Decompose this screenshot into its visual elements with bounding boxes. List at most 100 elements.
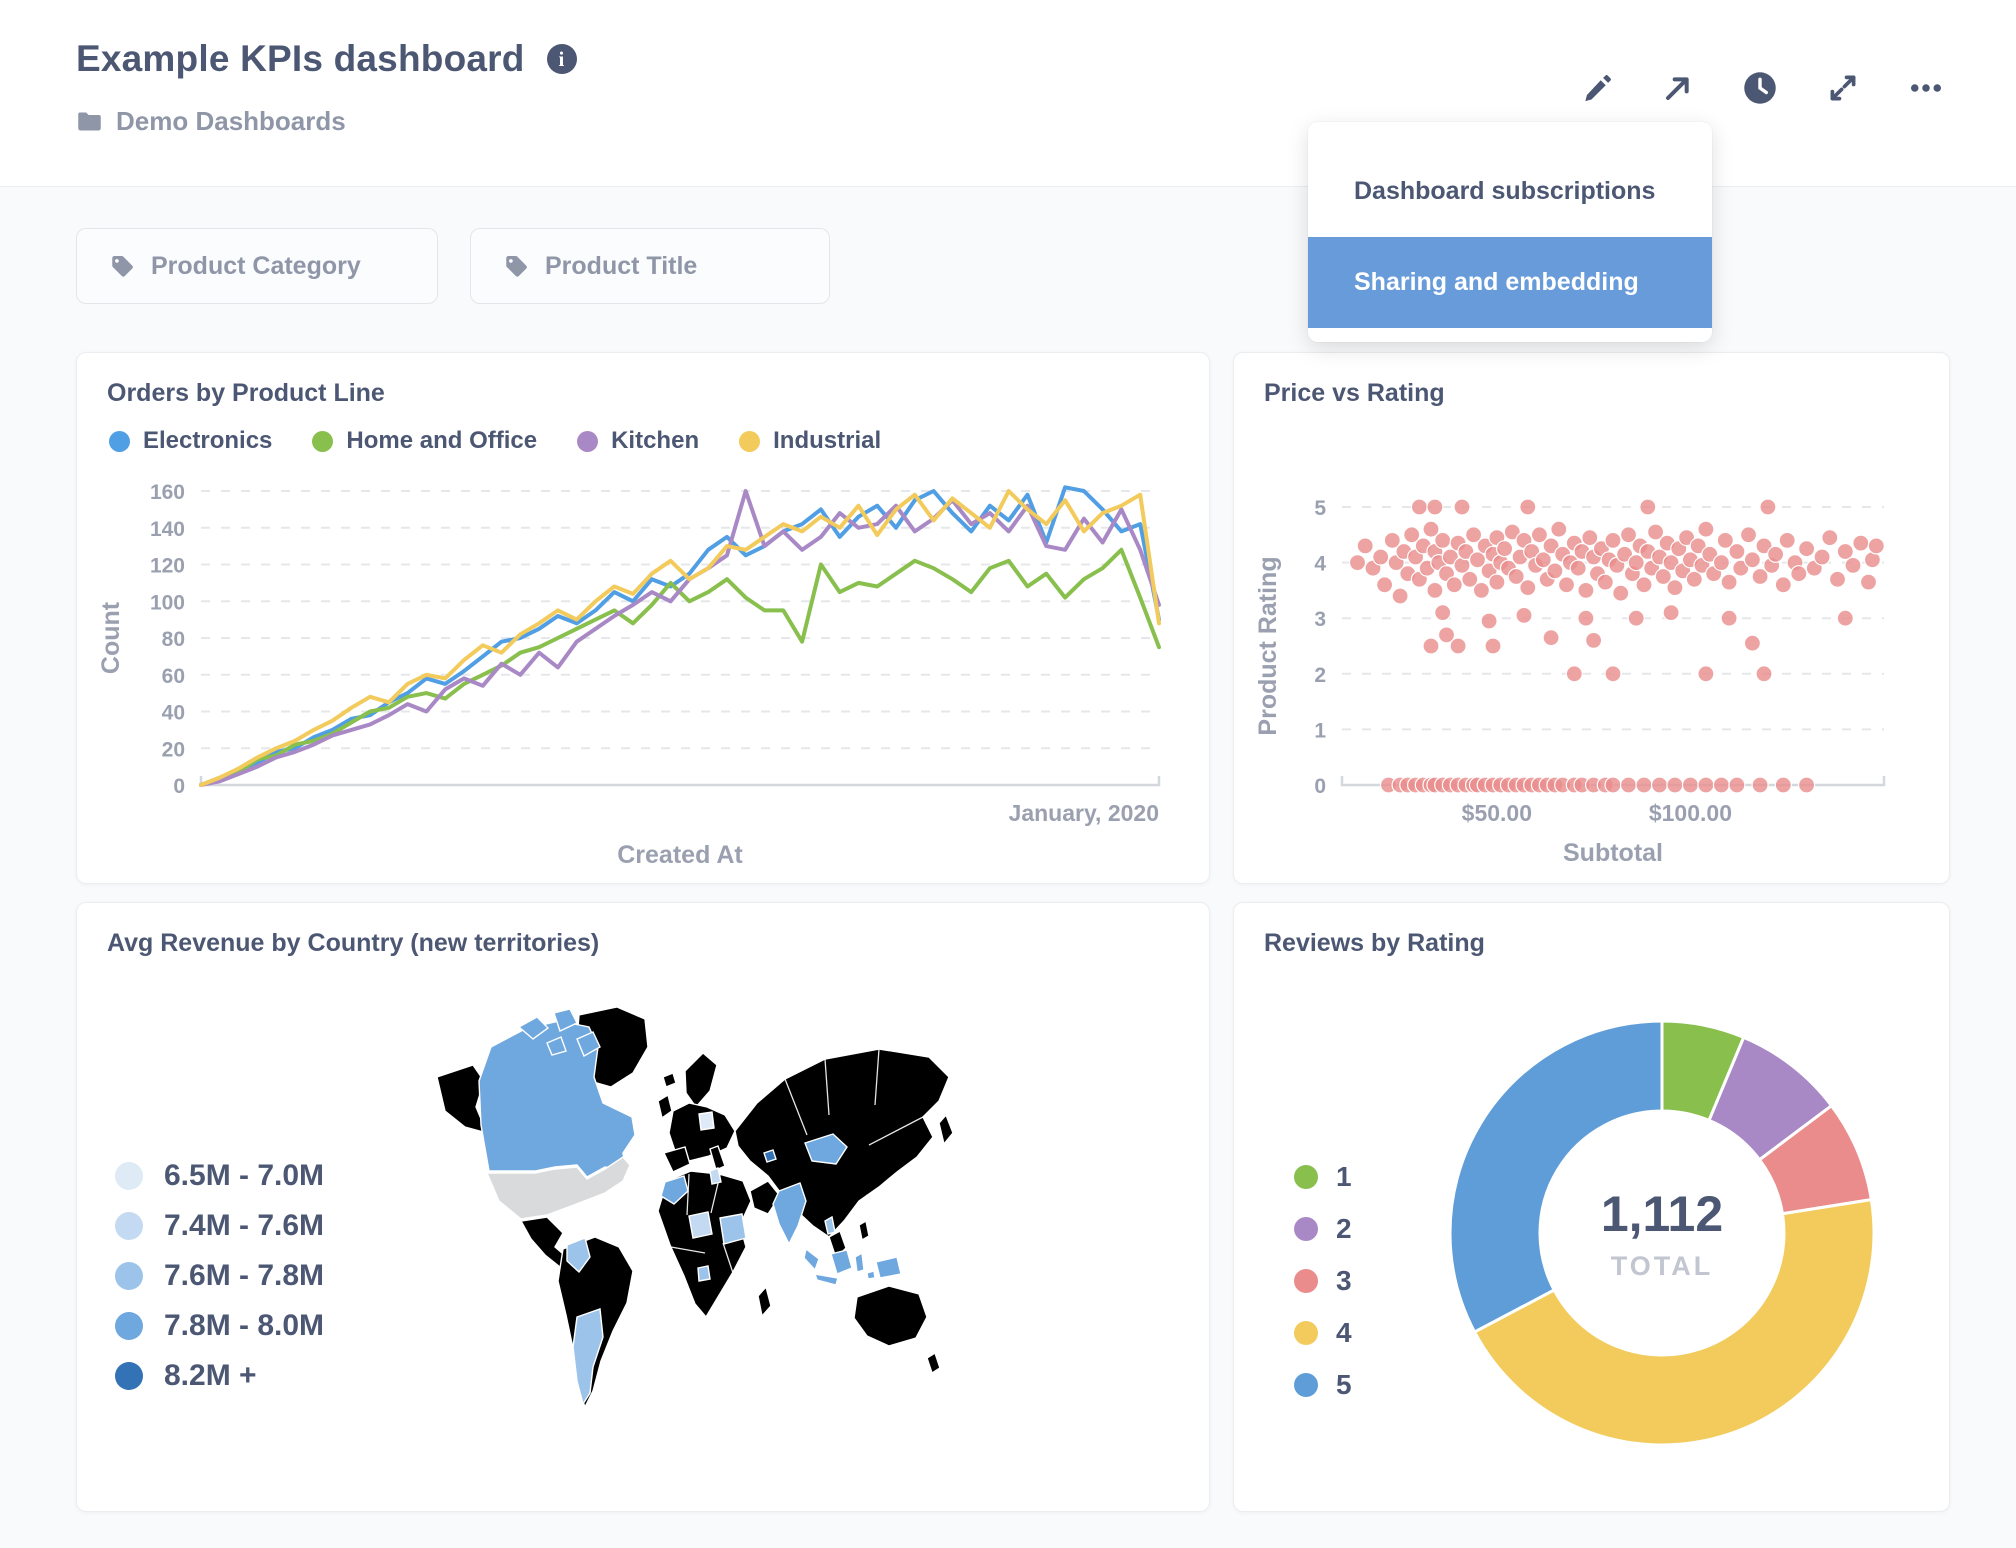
legend-label: 7.8M - 8.0M: [164, 1309, 325, 1342]
reviews-legend-item-4[interactable]: 4: [1294, 1317, 1352, 1349]
page-title-text: Example KPIs dashboard: [76, 38, 525, 79]
country-indonesia: [866, 1270, 876, 1280]
svg-text:100: 100: [150, 591, 185, 614]
card-avg-revenue-by-country: Avg Revenue by Country (new territories)…: [76, 902, 1210, 1512]
legend-label: 3: [1336, 1265, 1352, 1296]
svg-text:120: 120: [150, 555, 185, 578]
price-rating-scatter-chart[interactable]: 0 1 2 3 4 5 $50.00 $100.00 Product Rating Subtota…: [1250, 463, 1926, 867]
legend-dot: [1294, 1373, 1318, 1397]
orders-line-chart[interactable]: 0 20 40 60 80 100 120 140 160 Count January, 2020 C…: [85, 465, 1195, 865]
svg-text:40: 40: [162, 702, 185, 725]
country-sudan: [719, 1213, 747, 1245]
legend-label: 7.6M - 7.8M: [164, 1259, 325, 1292]
legend-item-industrial[interactable]: Industrial: [739, 427, 881, 455]
reviews-legend-item-3[interactable]: 3: [1294, 1265, 1352, 1297]
svg-text:2: 2: [1314, 664, 1326, 687]
svg-text:5: 5: [1314, 497, 1326, 520]
card-title: Avg Revenue by Country (new territories): [107, 929, 600, 957]
legend-item-kitchen[interactable]: Kitchen: [577, 427, 699, 455]
world-choropleth-map[interactable]: [427, 985, 1151, 1445]
country-uk: [657, 1093, 673, 1120]
page-title: Example KPIs dashboard i: [76, 38, 577, 80]
card-title: Price vs Rating: [1264, 379, 1445, 407]
country-indonesia: [803, 1247, 820, 1272]
card-title: Reviews by Rating: [1264, 929, 1485, 957]
legend-dot: [115, 1212, 143, 1240]
share-arrow-icon[interactable]: [1662, 72, 1694, 104]
header: Example KPIs dashboard i Demo Dashboards: [0, 0, 2016, 187]
header-actions: [1582, 70, 1944, 106]
svg-text:4: 4: [1314, 553, 1326, 576]
legend-dot: [312, 430, 334, 452]
legend-label: 4: [1336, 1317, 1352, 1348]
card-orders-by-product-line: Orders by Product Line Electronics Home …: [76, 352, 1210, 884]
country-new-guinea: [875, 1256, 902, 1279]
clock-icon[interactable]: [1742, 70, 1778, 106]
svg-text:140: 140: [150, 518, 185, 541]
country-iceland: [662, 1072, 677, 1088]
legend-label: 2: [1336, 1213, 1352, 1244]
legend-dot: [1294, 1217, 1318, 1241]
svg-text:January, 2020: January, 2020: [1009, 800, 1159, 826]
svg-text:$100.00: $100.00: [1649, 800, 1732, 826]
svg-text:Count: Count: [97, 601, 125, 674]
legend-label: 7.4M - 7.6M: [164, 1209, 325, 1242]
legend-dot: [1294, 1321, 1318, 1345]
map-legend-item: 7.8M - 8.0M: [115, 1309, 324, 1343]
edit-pencil-icon[interactable]: [1582, 72, 1614, 104]
card-reviews-by-rating: Reviews by Rating 1 2 3 4 5 1,112 TOTAL: [1233, 902, 1950, 1512]
tag-icon: [503, 253, 529, 279]
info-icon[interactable]: i: [546, 44, 577, 74]
legend-label: Kitchen: [611, 427, 700, 454]
legend-label: 1: [1336, 1161, 1352, 1192]
breadcrumb[interactable]: Demo Dashboards: [76, 106, 346, 137]
svg-text:20: 20: [162, 738, 185, 761]
filter-product-title[interactable]: Product Title: [470, 228, 830, 304]
card-title: Orders by Product Line: [107, 379, 385, 407]
legend-item-home-and-office[interactable]: Home and Office: [312, 427, 537, 455]
legend-item-electronics[interactable]: Electronics: [109, 427, 272, 455]
share-dropdown-menu: Dashboard subscriptions Sharing and embe…: [1308, 122, 1712, 342]
map-legend-item: 7.6M - 7.8M: [115, 1259, 324, 1293]
reviews-legend: 1 2 3 4 5: [1294, 1161, 1352, 1401]
legend-dot: [577, 430, 599, 452]
reviews-legend-item-5[interactable]: 5: [1294, 1369, 1352, 1401]
legend-dot: [115, 1362, 143, 1390]
breadcrumb-label: Demo Dashboards: [116, 106, 346, 136]
menu-item-sharing-embedding[interactable]: Sharing and embedding: [1308, 237, 1712, 328]
country-india: [772, 1182, 807, 1246]
svg-text:1: 1: [1314, 719, 1326, 742]
legend-label: Industrial: [773, 427, 882, 454]
reviews-legend-item-1[interactable]: 1: [1294, 1161, 1352, 1193]
more-ellipsis-icon[interactable]: [1908, 70, 1944, 106]
folder-icon: [76, 108, 103, 135]
legend-label: 5: [1336, 1369, 1352, 1400]
map-legend: 6.5M - 7.0M 7.4M - 7.6M 7.6M - 7.8M 7.8M…: [115, 1159, 324, 1393]
svg-text:0: 0: [173, 775, 185, 798]
svg-text:Created At: Created At: [617, 841, 743, 865]
country-tunisia: [709, 1167, 722, 1185]
reviews-donut-chart[interactable]: [1430, 1001, 1894, 1465]
legend-dot: [115, 1312, 143, 1340]
country-australia: [853, 1285, 928, 1347]
svg-text:80: 80: [162, 628, 185, 651]
country-new-zealand: [926, 1351, 941, 1375]
legend-label: Home and Office: [346, 427, 538, 454]
map-legend-item: 7.4M - 7.6M: [115, 1209, 324, 1243]
filter-product-category[interactable]: Product Category: [76, 228, 438, 304]
country-philippines: [858, 1219, 870, 1242]
svg-text:3: 3: [1314, 608, 1326, 631]
country-germany: [698, 1111, 715, 1131]
legend-label: 8.2M +: [164, 1359, 257, 1392]
menu-item-dashboard-subscriptions[interactable]: Dashboard subscriptions: [1308, 146, 1712, 237]
legend-dot: [1294, 1269, 1318, 1293]
country-niger: [688, 1211, 713, 1239]
country-spain: [663, 1146, 691, 1173]
country-azerbaijan: [763, 1149, 777, 1163]
country-indonesia: [854, 1251, 865, 1273]
fullscreen-icon[interactable]: [1826, 71, 1860, 105]
reviews-legend-item-2[interactable]: 2: [1294, 1213, 1352, 1245]
card-price-vs-rating: Price vs Rating 0 1 2 3 4 5 $50.00 $100.00 Produ…: [1233, 352, 1950, 884]
tag-icon: [109, 253, 135, 279]
country-indonesia: [830, 1249, 853, 1275]
